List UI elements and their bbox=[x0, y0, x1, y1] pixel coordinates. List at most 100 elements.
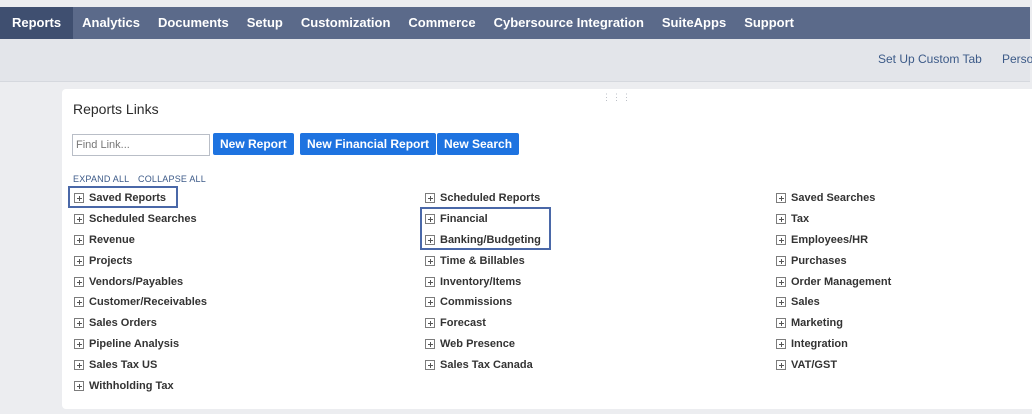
expand-plus-icon[interactable] bbox=[74, 276, 84, 287]
expand-plus-icon[interactable] bbox=[776, 214, 786, 225]
report-category-marketing[interactable]: Marketing bbox=[776, 313, 891, 334]
report-category-label: Sales bbox=[791, 296, 820, 309]
report-category-tax[interactable]: Tax bbox=[776, 209, 891, 230]
drag-handle-icon[interactable]: ⋮⋮⋮ bbox=[602, 92, 632, 103]
report-category-banking-budgeting[interactable]: Banking/Budgeting bbox=[425, 230, 541, 251]
report-category-label: Purchases bbox=[791, 254, 847, 267]
expand-plus-icon[interactable] bbox=[74, 193, 84, 204]
report-category-revenue[interactable]: Revenue bbox=[74, 230, 207, 251]
nav-customization[interactable]: Customization bbox=[292, 7, 400, 39]
report-category-label: Marketing bbox=[791, 317, 843, 330]
report-category-scheduled-reports[interactable]: Scheduled Reports bbox=[425, 188, 541, 209]
report-category-inventory-items[interactable]: Inventory/Items bbox=[425, 271, 541, 292]
top-navigation-bar: Reports Analytics Documents Setup Custom… bbox=[0, 7, 1030, 39]
report-category-financial[interactable]: Financial bbox=[425, 209, 541, 230]
report-category-label: Sales Tax US bbox=[89, 358, 158, 371]
expand-plus-icon[interactable] bbox=[425, 338, 435, 349]
nav-analytics[interactable]: Analytics bbox=[73, 7, 149, 39]
report-category-label: VAT/GST bbox=[791, 358, 838, 371]
expand-plus-icon[interactable] bbox=[776, 338, 786, 349]
links-column-2: Scheduled Reports Financial Banking/Budget… bbox=[425, 188, 541, 375]
expand-plus-icon[interactable] bbox=[425, 234, 435, 245]
report-category-vendors-payables[interactable]: Vendors/Payables bbox=[74, 271, 207, 292]
nav-cybersource-integration[interactable]: Cybersource Integration bbox=[485, 7, 653, 39]
report-category-label: Sales Tax Canada bbox=[440, 358, 533, 371]
report-category-label: Revenue bbox=[89, 233, 135, 246]
report-category-order-management[interactable]: Order Management bbox=[776, 271, 891, 292]
report-category-saved-reports[interactable]: Saved Reports bbox=[74, 188, 207, 209]
nav-commerce[interactable]: Commerce bbox=[399, 7, 484, 39]
expand-plus-icon[interactable] bbox=[776, 234, 786, 245]
setup-custom-tab-link[interactable]: Set Up Custom Tab bbox=[878, 52, 982, 66]
expand-plus-icon[interactable] bbox=[74, 318, 84, 329]
expand-all-link[interactable]: EXPAND ALL bbox=[73, 174, 129, 184]
expand-plus-icon[interactable] bbox=[776, 276, 786, 287]
find-link-input[interactable] bbox=[72, 134, 210, 156]
report-category-customer-receivables[interactable]: Customer/Receivables bbox=[74, 292, 207, 313]
report-category-withholding-tax[interactable]: Withholding Tax bbox=[74, 375, 207, 396]
expand-plus-icon[interactable] bbox=[74, 359, 84, 370]
expand-plus-icon[interactable] bbox=[776, 359, 786, 370]
panel-title: Reports Links bbox=[73, 101, 159, 117]
expand-plus-icon[interactable] bbox=[425, 318, 435, 329]
report-category-integration[interactable]: Integration bbox=[776, 334, 891, 355]
report-category-label: Scheduled Searches bbox=[89, 213, 197, 226]
expand-plus-icon[interactable] bbox=[74, 255, 84, 266]
report-category-label: Inventory/Items bbox=[440, 275, 522, 288]
report-category-commissions[interactable]: Commissions bbox=[425, 292, 541, 313]
expand-plus-icon[interactable] bbox=[74, 214, 84, 225]
report-category-label: Forecast bbox=[440, 317, 486, 330]
expand-plus-icon[interactable] bbox=[425, 193, 435, 204]
report-category-label: Banking/Budgeting bbox=[440, 233, 541, 246]
nav-suiteapps[interactable]: SuiteApps bbox=[653, 7, 735, 39]
report-category-web-presence[interactable]: Web Presence bbox=[425, 334, 541, 355]
report-category-label: Vendors/Payables bbox=[89, 275, 184, 288]
report-category-sales-tax-canada[interactable]: Sales Tax Canada bbox=[425, 354, 541, 375]
report-category-sales-orders[interactable]: Sales Orders bbox=[74, 313, 207, 334]
report-category-label: Commissions bbox=[440, 296, 513, 309]
collapse-all-link[interactable]: COLLAPSE ALL bbox=[138, 174, 206, 184]
report-category-sales-tax-us[interactable]: Sales Tax US bbox=[74, 354, 207, 375]
report-category-forecast[interactable]: Forecast bbox=[425, 313, 541, 334]
links-column-1: Saved Reports Scheduled Searches Revenue Pr… bbox=[74, 188, 207, 396]
nav-documents[interactable]: Documents bbox=[149, 7, 238, 39]
expand-plus-icon[interactable] bbox=[425, 359, 435, 370]
expand-plus-icon[interactable] bbox=[425, 255, 435, 266]
report-category-vat-gst[interactable]: VAT/GST bbox=[776, 354, 891, 375]
nav-support[interactable]: Support bbox=[735, 7, 803, 39]
report-category-label: Tax bbox=[791, 213, 810, 226]
report-category-projects[interactable]: Projects bbox=[74, 250, 207, 271]
report-category-label: Saved Searches bbox=[791, 192, 876, 205]
new-financial-report-button[interactable]: New Financial Report bbox=[300, 133, 437, 155]
report-category-label: Sales Orders bbox=[89, 317, 157, 330]
report-category-scheduled-searches[interactable]: Scheduled Searches bbox=[74, 209, 207, 230]
report-category-sales[interactable]: Sales bbox=[776, 292, 891, 313]
report-category-label: Saved Reports bbox=[89, 192, 167, 205]
expand-plus-icon[interactable] bbox=[74, 380, 84, 391]
expand-plus-icon[interactable] bbox=[776, 297, 786, 308]
report-category-label: Customer/Receivables bbox=[89, 296, 207, 309]
report-category-pipeline-analysis[interactable]: Pipeline Analysis bbox=[74, 334, 207, 355]
report-category-label: Pipeline Analysis bbox=[89, 337, 180, 350]
expand-plus-icon[interactable] bbox=[425, 297, 435, 308]
nav-setup[interactable]: Setup bbox=[238, 7, 292, 39]
expand-plus-icon[interactable] bbox=[776, 318, 786, 329]
expand-plus-icon[interactable] bbox=[74, 338, 84, 349]
expand-plus-icon[interactable] bbox=[74, 234, 84, 245]
nav-reports[interactable]: Reports bbox=[0, 7, 74, 39]
new-report-button[interactable]: New Report bbox=[213, 133, 294, 155]
expand-plus-icon[interactable] bbox=[425, 214, 435, 225]
report-category-saved-searches[interactable]: Saved Searches bbox=[776, 188, 891, 209]
links-column-3: Saved Searches Tax Employees/HR Purchases Or… bbox=[776, 188, 891, 375]
report-category-label: Web Presence bbox=[440, 337, 516, 350]
expand-plus-icon[interactable] bbox=[425, 276, 435, 287]
expand-plus-icon[interactable] bbox=[776, 255, 786, 266]
report-category-employees-hr[interactable]: Employees/HR bbox=[776, 230, 891, 251]
report-category-purchases[interactable]: Purchases bbox=[776, 250, 891, 271]
new-search-button[interactable]: New Search bbox=[437, 133, 520, 155]
report-category-time-billables[interactable]: Time & Billables bbox=[425, 250, 541, 271]
expand-plus-icon[interactable] bbox=[74, 297, 84, 308]
report-category-label: Order Management bbox=[791, 275, 892, 288]
expand-plus-icon[interactable] bbox=[776, 193, 786, 204]
personalize-link[interactable]: Perso bbox=[1002, 52, 1032, 66]
